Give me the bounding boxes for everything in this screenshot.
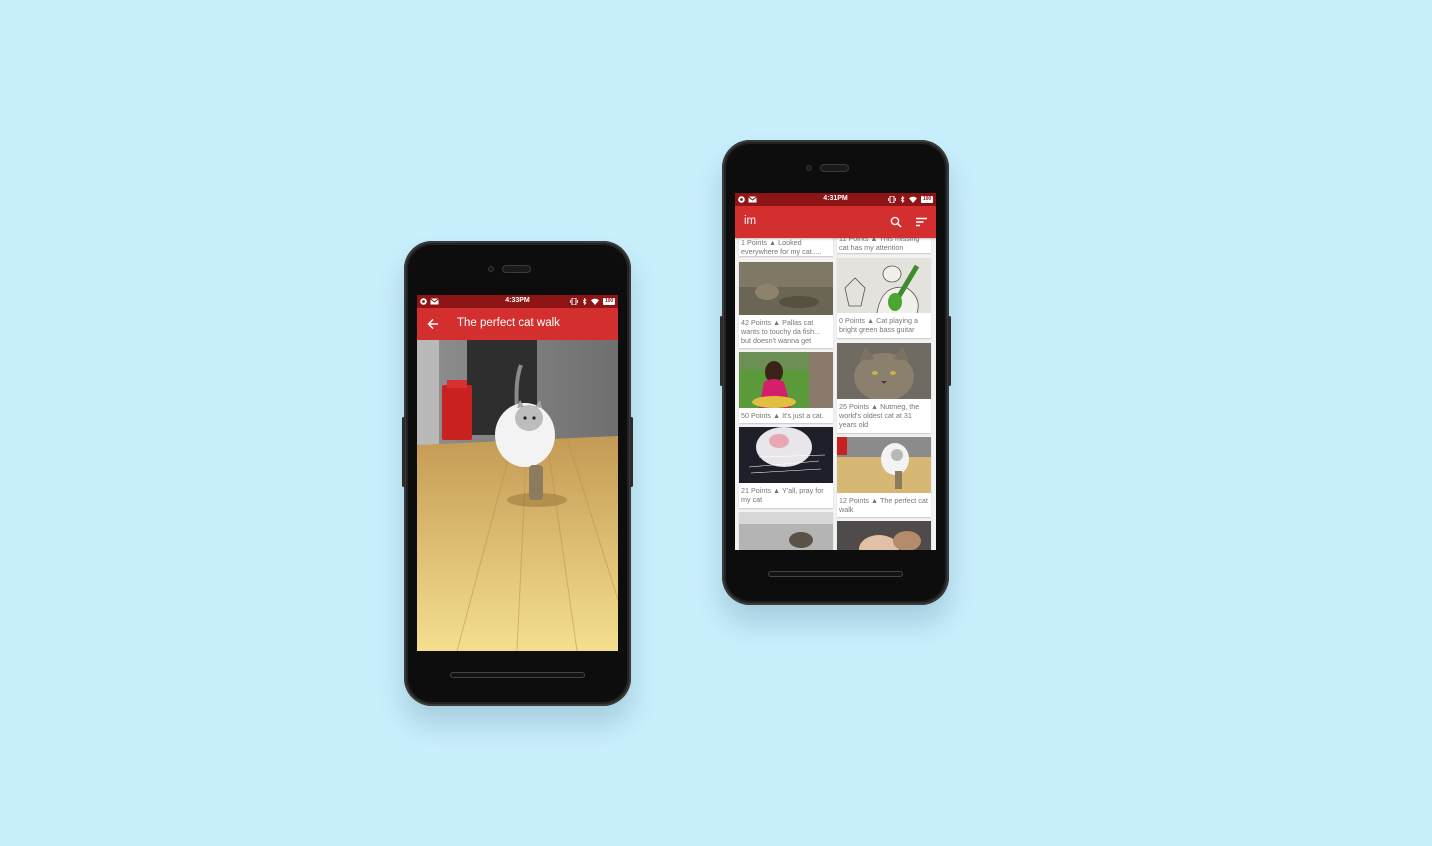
cat-walk-image (837, 437, 931, 493)
battery-indicator: 100 (603, 298, 615, 305)
tile-caption: 12 Points ▲ The perfect cat walk (839, 496, 928, 514)
front-camera (488, 266, 494, 272)
top-speaker (502, 265, 531, 273)
list-item[interactable] (739, 512, 833, 550)
list-item[interactable]: 50 Points ▲ It's just a cat. (739, 352, 833, 423)
cat-image (739, 512, 833, 550)
status-time: 4:31PM (823, 195, 848, 202)
top-app-bar: The perfect cat walk (417, 308, 618, 340)
bluetooth-icon (900, 196, 905, 203)
wifi-icon (591, 298, 599, 305)
arrow-back-icon[interactable] (427, 318, 439, 330)
vibrate-icon (570, 298, 578, 305)
nutmeg-cat-image (837, 343, 931, 399)
status-bar: 4:33PM 100 (417, 295, 618, 308)
pallas-cat-image (739, 262, 833, 315)
list-item[interactable]: 42 Points ▲ Pallas cat wants to touchy d… (739, 262, 833, 348)
right-phone: 4:31PM 100 im 1 Points ▲ Looked everywhe… (720, 140, 951, 605)
tile-caption: 21 Points ▲ Y'all, pray for my cat (741, 486, 824, 504)
list-item[interactable] (837, 521, 931, 550)
list-item[interactable]: 1 Points ▲ Looked everywhere for my cat.… (739, 235, 833, 256)
left-screen: 4:33PM 100 The perfect cat walk (417, 295, 618, 651)
tile-caption: 1 Points ▲ Looked everywhere for my cat.… (741, 238, 822, 256)
side-button (402, 417, 405, 487)
cat-image (837, 521, 931, 550)
bluetooth-icon (582, 298, 587, 305)
tile-caption: 42 Points ▲ Pallas cat wants to touchy d… (741, 318, 821, 345)
list-item[interactable]: 12 Points ▲ The perfect cat walk (837, 437, 931, 517)
side-button (948, 316, 951, 386)
list-item[interactable]: 25 Points ▲ Nutmeg, the world's oldest c… (837, 343, 931, 433)
left-phone: 4:33PM 100 The perfect cat walk (402, 241, 633, 706)
search-app-bar: im (735, 206, 936, 238)
top-speaker (820, 164, 849, 172)
search-query[interactable]: im (744, 215, 756, 227)
side-button (630, 417, 633, 487)
wifi-icon (909, 196, 917, 203)
right-screen: 4:31PM 100 im 1 Points ▲ Looked everywhe… (735, 193, 936, 550)
tile-caption: 50 Points ▲ It's just a cat. (741, 411, 824, 420)
cat-walk-gif[interactable] (417, 340, 618, 651)
tile-caption: 25 Points ▲ Nutmeg, the world's oldest c… (839, 402, 920, 429)
list-item[interactable]: 21 Points ▲ Y'all, pray for my cat (739, 427, 833, 508)
status-bar: 4:31PM 100 (735, 193, 936, 206)
bottom-speaker (450, 672, 585, 678)
cat-guitar-image (837, 258, 931, 313)
page-title: The perfect cat walk (457, 317, 560, 329)
sort-icon[interactable] (916, 217, 927, 227)
girl-cat-image (739, 352, 833, 408)
battery-indicator: 100 (921, 196, 933, 203)
status-time: 4:33PM (505, 297, 530, 304)
bottom-speaker (768, 571, 903, 577)
list-item[interactable]: 0 Points ▲ Cat playing a bright green ba… (837, 258, 931, 338)
tile-caption: 0 Points ▲ Cat playing a bright green ba… (839, 316, 919, 334)
front-camera (806, 165, 812, 171)
side-button (720, 316, 723, 386)
vibrate-icon (888, 196, 896, 203)
search-icon[interactable] (890, 216, 902, 228)
cat-closeup-image (739, 427, 833, 483)
